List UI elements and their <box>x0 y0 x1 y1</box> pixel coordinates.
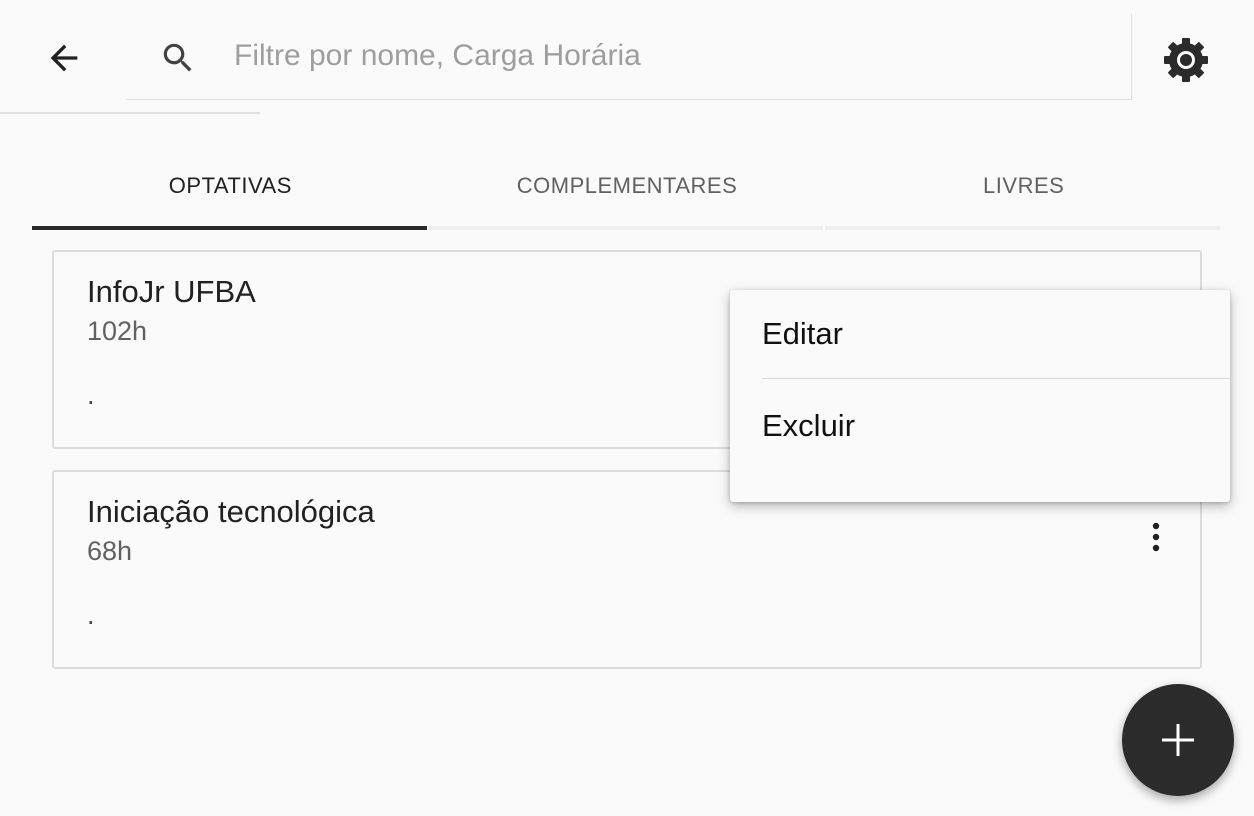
tab-optativas[interactable]: OPTATIVAS <box>32 148 429 230</box>
tab-complementares[interactable]: COMPLEMENTARES <box>428 148 826 230</box>
context-menu: Editar Excluir <box>730 290 1230 502</box>
add-button[interactable] <box>1122 684 1234 796</box>
menu-item-editar[interactable]: Editar <box>762 316 843 352</box>
back-button[interactable] <box>30 24 98 92</box>
card-title: Iniciação tecnológica <box>87 494 375 529</box>
more-vertical-icon <box>1152 522 1160 552</box>
tab-livres[interactable]: LIVRES <box>825 148 1222 230</box>
card-hours: 68h <box>87 536 133 566</box>
card-description: . <box>87 380 95 410</box>
card-description: . <box>87 600 95 630</box>
settings-button[interactable] <box>1156 30 1216 90</box>
menu-item-excluir[interactable]: Excluir <box>762 408 855 444</box>
search-icon <box>156 38 200 78</box>
card-title: InfoJr UFBA <box>87 274 256 309</box>
card-menu-button[interactable] <box>1136 512 1176 562</box>
screen: OPTATIVAS COMPLEMENTARES LIVRES InfoJr U… <box>0 0 1254 816</box>
gear-icon <box>1164 38 1208 82</box>
search-input[interactable] <box>234 34 1094 78</box>
plus-icon <box>1162 724 1194 756</box>
card-hours: 102h <box>87 316 148 346</box>
search-bar <box>126 14 1132 100</box>
tab-bar: OPTATIVAS COMPLEMENTARES LIVRES <box>32 148 1222 230</box>
arrow-left-icon <box>50 44 78 72</box>
menu-divider <box>762 378 1230 379</box>
header-divider <box>0 112 260 114</box>
